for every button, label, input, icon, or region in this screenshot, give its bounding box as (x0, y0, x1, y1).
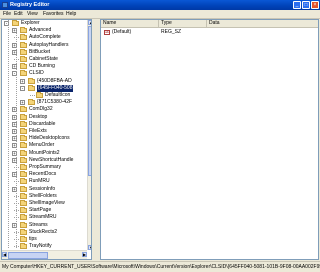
string-value-icon: ab (104, 30, 110, 35)
folder-icon (20, 113, 27, 120)
collapse-icon[interactable]: - (20, 85, 25, 91)
tree-node-label: ShellFolders (29, 192, 57, 199)
tree-node-label: tips (29, 236, 37, 242)
minimize-button[interactable]: _ (293, 1, 301, 9)
expand-icon[interactable]: + (20, 100, 25, 106)
folder-icon (20, 156, 27, 163)
folder-icon (28, 84, 35, 91)
folder-icon (20, 228, 27, 235)
tree-node-label: AutoComplete (29, 34, 61, 41)
folder-icon (20, 106, 27, 113)
tree-connector-line (30, 95, 35, 96)
tree-node-label: MenuOrder (29, 142, 55, 149)
folder-icon (20, 56, 27, 62)
folder-icon (20, 178, 27, 185)
tree-node-label: DefaultIcon (45, 92, 71, 98)
tree-guide-line (16, 28, 17, 248)
folder-icon (12, 20, 19, 26)
menu-favorites[interactable]: Favorites (43, 11, 64, 17)
value-row[interactable]: ab (Default) REG_SZ (101, 29, 318, 36)
window-title: Registry Editor (10, 1, 50, 8)
value-type: REG_SZ (161, 29, 182, 35)
folder-icon (36, 92, 43, 98)
tree-node-label: Explorer (21, 20, 40, 26)
tree-node-label: RunMRU (29, 178, 50, 185)
status-bar: My Computer\HKEY_CURRENT_USER\Software\M… (0, 261, 320, 272)
folder-icon (20, 214, 27, 221)
tree-node-label: CabinetState (29, 56, 58, 62)
registry-editor-icon (2, 2, 8, 8)
tree-node-label: ComDlg32 (29, 106, 53, 113)
folder-icon (20, 48, 27, 55)
tree-horizontal-scrollbar[interactable]: ◀ ▶ (2, 250, 87, 259)
title-bar[interactable]: Registry Editor _ □ × (0, 0, 320, 10)
tree-node-label: {450D8FBA-AD (37, 77, 72, 84)
folder-icon (20, 142, 27, 149)
menu-help[interactable]: Help (66, 11, 76, 17)
registry-tree-pane[interactable]: - Explorer + Advanced AutoComplete + AutoplayH… (1, 19, 92, 260)
folder-icon (28, 99, 35, 106)
folder-icon (20, 192, 27, 199)
folder-icon (20, 128, 27, 134)
registry-values-pane[interactable]: Name Type Data ab (Default) REG_SZ (100, 19, 319, 260)
tree-node-label: {645FF040-508 (37, 84, 74, 92)
tree-horizontal-scroll-thumb[interactable] (8, 252, 48, 259)
tree-node-label: ShellImageView (29, 200, 65, 206)
tree-node-label: CLSID (29, 70, 44, 77)
tree-node-label: Advanced (29, 27, 52, 34)
folder-icon (20, 135, 27, 142)
column-header-type[interactable]: Type (159, 20, 207, 28)
tree-node-label: Streams (29, 221, 48, 228)
folder-icon (20, 149, 27, 156)
tree-node-label: PropSummary (29, 164, 61, 170)
expand-icon[interactable]: + (20, 78, 25, 84)
tree-node-label: NewShortcutHandle (29, 156, 74, 163)
pane-splitter[interactable] (92, 19, 100, 260)
tree-node-label: Desktop (29, 113, 48, 120)
folder-icon (20, 171, 27, 178)
folder-icon (20, 207, 27, 214)
tree-node-label: AutoplayHandlers (29, 41, 69, 48)
tree-guide-line (8, 20, 9, 248)
menu-view[interactable]: View (27, 11, 38, 17)
registry-editor-window: Registry Editor _ □ × File Edit View Fav… (0, 0, 320, 272)
tree-node-label: StartPage (29, 207, 52, 214)
tree-node-label: StreamMRU (29, 214, 57, 221)
tree-node-label: MountPoints2 (29, 149, 60, 156)
folder-icon (20, 120, 27, 127)
tree-node-label: CD Burning (29, 63, 55, 70)
folder-icon (20, 185, 27, 192)
menu-bar: File Edit View Favorites Help (0, 10, 320, 19)
scroll-left-arrow-icon[interactable]: ◀ (2, 252, 7, 257)
tree-node-label: {871C5380-42F (37, 99, 73, 106)
menu-edit[interactable]: Edit (14, 11, 23, 17)
folder-icon (20, 200, 27, 206)
tree-node-label: RecentDocs (29, 171, 57, 178)
tree-node-label: FileExts (29, 128, 47, 134)
menu-file[interactable]: File (3, 11, 11, 17)
folder-icon (20, 41, 27, 48)
scroll-right-arrow-icon[interactable]: ▶ (82, 252, 87, 257)
folder-icon (20, 34, 27, 41)
tree-node-label: HideDesktopIcons (29, 135, 70, 142)
folder-icon (20, 27, 27, 34)
value-name: (Default) (112, 29, 132, 35)
tree-node-label: SessionInfo (29, 185, 56, 192)
column-header-data[interactable]: Data (207, 20, 318, 28)
tree-node-label: StuckRects2 (29, 228, 58, 235)
folder-icon (28, 77, 35, 84)
maximize-button[interactable]: □ (302, 1, 310, 9)
tree-node-label: Discardable (29, 120, 56, 127)
folder-icon (20, 63, 27, 70)
close-button[interactable]: × (311, 1, 319, 9)
folder-icon (20, 221, 27, 228)
folder-icon (20, 236, 27, 242)
tree-node-label: BitBucket (29, 48, 51, 55)
folder-icon (20, 70, 27, 77)
folder-icon (20, 243, 27, 250)
folder-icon (20, 164, 27, 170)
column-header-name[interactable]: Name (101, 20, 159, 28)
